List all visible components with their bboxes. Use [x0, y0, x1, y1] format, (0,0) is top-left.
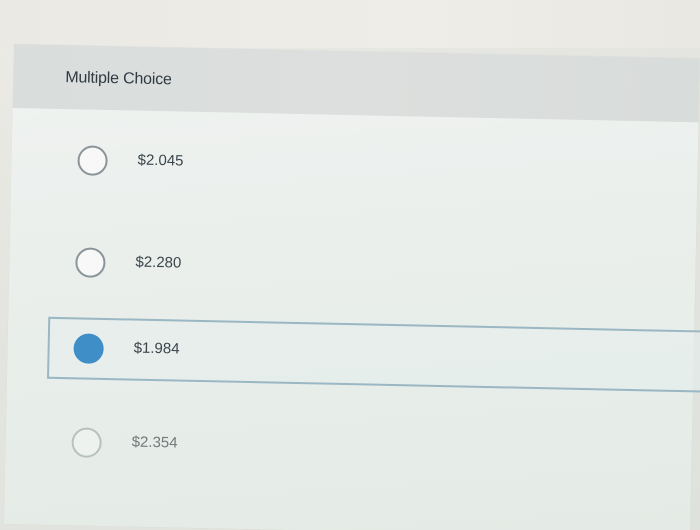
choice-option-3-selected[interactable]: $1.984 [46, 316, 700, 393]
choice-option-1[interactable]: $2.045 [55, 131, 700, 207]
choice-label: $2.045 [137, 151, 184, 170]
choice-option-4[interactable]: $2.354 [49, 413, 700, 489]
question-header: Multiple Choice [12, 44, 700, 123]
choice-label: $2.354 [131, 433, 178, 452]
choice-option-2[interactable]: $2.280 [53, 233, 700, 309]
question-card: Multiple Choice $2.045 $2.280 $1.984 $2.… [3, 44, 700, 530]
question-type-label: Multiple Choice [65, 69, 172, 89]
radio-selected-icon[interactable] [73, 333, 104, 364]
choice-label: $2.280 [135, 253, 182, 272]
radio-unselected-icon[interactable] [75, 247, 106, 278]
choice-label: $1.984 [133, 339, 180, 358]
page-background-top [0, 0, 700, 48]
radio-unselected-icon[interactable] [77, 145, 108, 176]
radio-unselected-icon[interactable] [71, 427, 102, 458]
